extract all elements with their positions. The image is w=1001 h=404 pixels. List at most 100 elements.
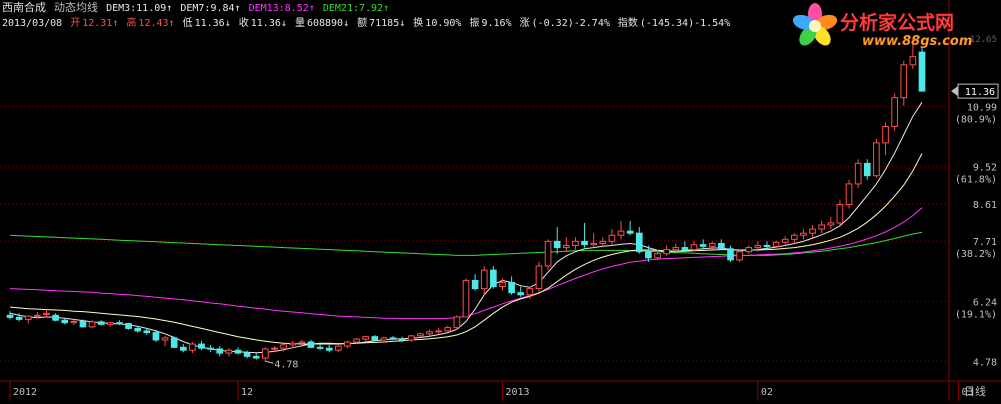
candle-body[interactable] — [562, 245, 570, 249]
candle-body[interactable] — [334, 345, 342, 351]
candle-body[interactable] — [225, 349, 233, 354]
price-chart-svg[interactable]: 10.99(80.9%) 9.52(61.8%) 8.61 7.71(38.2%) 6.… — [0, 0, 1001, 401]
candle-body[interactable] — [435, 330, 442, 333]
candle-body[interactable] — [252, 355, 260, 359]
candle-body[interactable] — [462, 279, 470, 318]
candle-body[interactable] — [727, 248, 734, 261]
candle-body[interactable] — [97, 321, 105, 325]
candle-body[interactable] — [499, 281, 506, 288]
candle-body[interactable] — [544, 240, 552, 267]
candle-body[interactable] — [289, 342, 297, 346]
candle-body[interactable] — [15, 316, 23, 320]
candle-body[interactable] — [426, 331, 433, 335]
candle-body[interactable] — [234, 349, 242, 354]
candle-body[interactable] — [809, 228, 816, 234]
candle-body[interactable] — [763, 245, 771, 248]
candle-body[interactable] — [772, 241, 780, 247]
candle-body[interactable] — [535, 265, 543, 290]
candle-body[interactable] — [371, 336, 379, 341]
candle-body[interactable] — [243, 352, 251, 357]
candle-body[interactable] — [845, 183, 853, 205]
candle-body[interactable] — [891, 97, 898, 127]
candle-body[interactable] — [654, 253, 661, 259]
candle-body[interactable] — [699, 244, 707, 247]
candle-body[interactable] — [271, 347, 278, 350]
candle-body[interactable] — [681, 247, 689, 251]
candle-body[interactable] — [572, 240, 579, 247]
candle-body[interactable] — [909, 56, 917, 66]
candle-body[interactable] — [134, 327, 142, 332]
candle-body[interactable] — [690, 244, 698, 251]
candle-body[interactable] — [508, 281, 515, 294]
period-label[interactable]: 日线 — [964, 384, 986, 398]
candle-body[interactable] — [353, 338, 360, 343]
candle-body[interactable] — [179, 346, 187, 351]
candle-body[interactable] — [362, 336, 370, 340]
candle-body[interactable] — [380, 337, 388, 341]
candle-body[interactable] — [745, 247, 753, 253]
candle-body[interactable] — [6, 314, 14, 318]
candle-body[interactable] — [398, 338, 406, 341]
candle-body[interactable] — [599, 240, 607, 244]
candle-body[interactable] — [608, 234, 616, 242]
candle-body[interactable] — [88, 321, 96, 328]
candle-body[interactable] — [34, 314, 41, 317]
candle-body[interactable] — [781, 238, 789, 243]
candle-body[interactable] — [663, 249, 670, 255]
candle-body[interactable] — [161, 337, 169, 341]
candle-body[interactable] — [316, 346, 324, 349]
candle-body[interactable] — [170, 337, 178, 348]
candle-body[interactable] — [79, 320, 87, 328]
candle-body[interactable] — [854, 162, 862, 185]
candle-body[interactable] — [490, 269, 497, 288]
candle-body[interactable] — [207, 347, 214, 350]
candle-body[interactable] — [645, 251, 652, 259]
candle-body[interactable] — [417, 333, 424, 337]
candle-body[interactable] — [344, 341, 351, 347]
candle-body[interactable] — [125, 323, 132, 329]
candle-body[interactable] — [617, 230, 625, 236]
candle-body[interactable] — [152, 332, 160, 341]
candle-body[interactable] — [262, 348, 269, 359]
candle-body[interactable] — [453, 316, 461, 329]
candle-body[interactable] — [900, 64, 908, 99]
candle-body[interactable] — [736, 251, 743, 261]
candle-body[interactable] — [325, 347, 333, 351]
candle-body[interactable] — [708, 242, 716, 247]
candle-body[interactable] — [61, 319, 69, 324]
candle-body[interactable] — [280, 344, 287, 349]
candle-body[interactable] — [718, 242, 725, 250]
candle-body[interactable] — [553, 240, 561, 249]
site-logo[interactable]: 分析家公式网 www.88gs.com — [792, 2, 997, 56]
candle-body[interactable] — [863, 162, 871, 177]
candle-body[interactable] — [672, 247, 680, 251]
candle-body[interactable] — [189, 343, 196, 351]
candle-body[interactable] — [818, 224, 826, 230]
candle-body[interactable] — [444, 327, 452, 332]
candle-body[interactable] — [626, 230, 634, 234]
candle-body[interactable] — [116, 322, 123, 325]
candle-body[interactable] — [198, 343, 205, 349]
candle-body[interactable] — [216, 348, 224, 354]
candle-body[interactable] — [307, 341, 315, 348]
candle-body[interactable] — [471, 279, 479, 290]
candle-body[interactable] — [526, 288, 534, 296]
candle-body[interactable] — [43, 312, 50, 315]
candle-body[interactable] — [298, 341, 306, 344]
candle-body[interactable] — [918, 51, 926, 92]
candle-body[interactable] — [407, 335, 415, 341]
candle-body[interactable] — [873, 142, 880, 177]
candle-body[interactable] — [70, 320, 78, 324]
candle-body[interactable] — [480, 269, 488, 290]
candle-body[interactable] — [800, 232, 807, 236]
candle-body[interactable] — [635, 232, 643, 253]
candle-body[interactable] — [106, 322, 114, 325]
stock-chart[interactable]: 10.99 (80.9%) 9.52 (61.8%) 8.61 7.71 (38.2%) 6.… — [0, 0, 1001, 401]
candle-body[interactable] — [581, 240, 588, 246]
candle-body[interactable] — [827, 222, 835, 226]
candle-body[interactable] — [389, 337, 397, 340]
candle-body[interactable] — [590, 242, 598, 246]
candle-body[interactable] — [790, 234, 798, 240]
candle-body[interactable] — [836, 203, 844, 224]
candle-body[interactable] — [24, 315, 32, 320]
